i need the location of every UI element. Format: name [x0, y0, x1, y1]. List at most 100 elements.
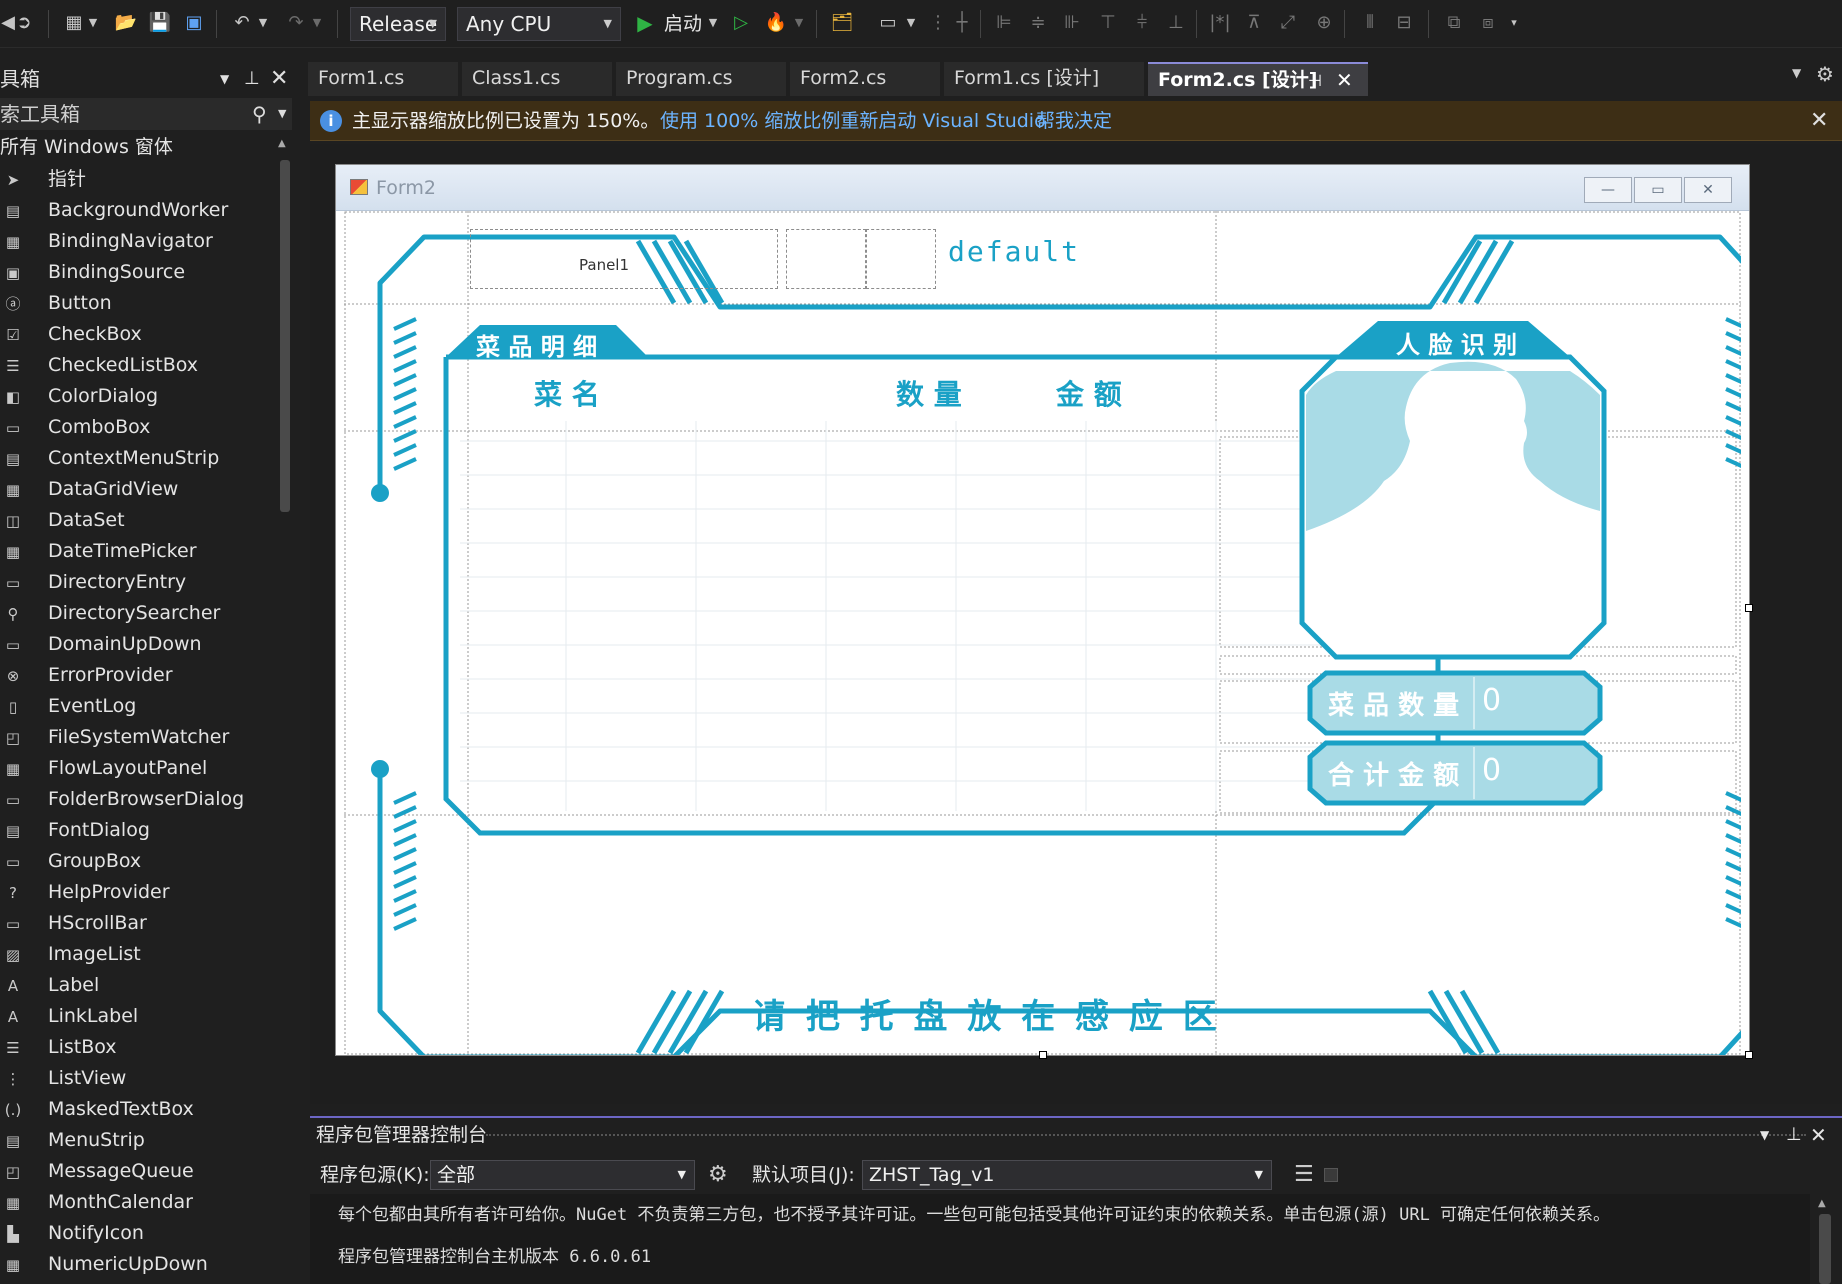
gear-icon[interactable]: ⚙	[1816, 62, 1834, 86]
make-same-width-icon[interactable]: |*|	[1206, 9, 1234, 37]
pin-icon[interactable]: ⊥	[1786, 1118, 1802, 1152]
toolbox-item[interactable]: ▙ NotifyIcon	[0, 1218, 270, 1249]
panel1[interactable]: Panel1	[470, 229, 778, 289]
close-icon[interactable]: ✕	[270, 62, 288, 96]
placeholder-box-1[interactable]	[786, 229, 866, 289]
close-icon[interactable]: ✕	[1810, 1118, 1827, 1152]
start-button-label[interactable]: 启动	[664, 10, 702, 38]
start-debug-icon[interactable]: ▶	[631, 9, 659, 37]
toolbox-item[interactable]: ? HelpProvider	[0, 877, 270, 908]
toolbox-item[interactable]: ☰ CheckedListBox	[0, 350, 270, 381]
toolbox-item[interactable]: ▦ MonthCalendar	[0, 1187, 270, 1218]
chevron-down-icon[interactable]: ▼	[310, 9, 324, 37]
clear-console-icon[interactable]: ☰	[1294, 1160, 1314, 1190]
toolbox-item[interactable]: ⚲ DirectorySearcher	[0, 598, 270, 629]
toolbox-item[interactable]: ▦ DataGridView	[0, 474, 270, 505]
toolbox-item[interactable]: ▦ NumericUpDown	[0, 1249, 270, 1280]
package-source-select[interactable]: 全部 ▼	[430, 1160, 695, 1190]
stop-command-icon[interactable]	[1324, 1168, 1338, 1182]
dish-detail-table[interactable]	[460, 421, 1426, 813]
tab-program-cs[interactable]: Program.cs	[616, 62, 786, 96]
align-right-icon[interactable]: ⊪	[1058, 9, 1086, 37]
redo-icon[interactable]: ↷	[282, 9, 310, 37]
tab-form1-cs[interactable]: Form1.cs	[308, 62, 458, 96]
toolbox-item[interactable]: ☰ ListBox	[0, 1032, 270, 1063]
minimize-button[interactable]: —	[1584, 177, 1632, 203]
chevron-down-icon[interactable]: ▼	[86, 9, 100, 37]
scroll-up-icon[interactable]: ▲	[1818, 1198, 1826, 1209]
toolbox-item[interactable]: ◫ DataSet	[0, 505, 270, 536]
toolbox-item[interactable]: ➤ 指针	[0, 164, 270, 195]
chevron-down-icon[interactable]: ▼	[792, 9, 806, 37]
toolbox-item[interactable]: ☑ CheckBox	[0, 319, 270, 350]
close-icon[interactable]: ✕	[1336, 64, 1353, 97]
center-vertically-icon[interactable]: ⊟	[1390, 9, 1418, 37]
toolbox-item[interactable]: ▭ GroupBox	[0, 846, 270, 877]
toolbox-item[interactable]: ▦ BindingNavigator	[0, 226, 270, 257]
pmc-drag-grip[interactable]	[486, 1134, 1806, 1138]
align-grid-icon[interactable]: ┼	[948, 9, 976, 37]
toolbox-item[interactable]: ⋮ ListView	[0, 1063, 270, 1094]
toolbox-item[interactable]: ▯ EventLog	[0, 691, 270, 722]
toolbox-item[interactable]: ▨ ImageList	[0, 939, 270, 970]
help-decide-link[interactable]: 帮我决定	[1036, 101, 1112, 141]
chevron-down-icon[interactable]: ▼	[1760, 1118, 1769, 1152]
pin-icon[interactable]: ⊥	[244, 62, 260, 96]
align-left-icon[interactable]: ⊫	[990, 9, 1018, 37]
toolbox-item[interactable]: ▤ FontDialog	[0, 815, 270, 846]
toolbar-overflow-icon[interactable]: ▾	[1506, 9, 1522, 37]
center-horizontally-icon[interactable]: ⫴	[1356, 9, 1384, 37]
close-icon[interactable]: ✕	[1810, 101, 1828, 141]
scroll-up-icon[interactable]: ▲	[278, 138, 286, 149]
toolbox-item[interactable]: ▭ FolderBrowserDialog	[0, 784, 270, 815]
toolbox-item[interactable]: A LinkLabel	[0, 1001, 270, 1032]
align-center-icon[interactable]: ≑	[1024, 9, 1052, 37]
chevron-down-icon[interactable]: ▼	[1792, 66, 1801, 80]
scrollbar-thumb[interactable]	[280, 160, 290, 512]
pin-icon[interactable]: ⊣	[1308, 64, 1322, 97]
save-all-icon[interactable]: ▣	[180, 9, 208, 37]
save-icon[interactable]: 💾	[146, 9, 174, 37]
form2-window[interactable]: Form2 — ▭ ✕ Panel1 default 菜 品 明 细 菜 名 数…	[335, 164, 1750, 1056]
toolbox-item[interactable]: ⊗ ErrorProvider	[0, 660, 270, 691]
tab-class1-cs[interactable]: Class1.cs	[462, 62, 612, 96]
tab-form2-designer[interactable]: Form2.cs [设计] ⊣ ✕	[1148, 62, 1368, 96]
align-bottom-icon[interactable]: ⊥	[1162, 9, 1190, 37]
chevron-down-icon[interactable]: ▼	[904, 9, 918, 37]
toolbox-item[interactable]: ▭ DomainUpDown	[0, 629, 270, 660]
toolbox-item[interactable]: ▤ BackgroundWorker	[0, 195, 270, 226]
start-without-debug-icon[interactable]: ▷	[727, 9, 755, 37]
search-icon[interactable]: ⚲	[252, 98, 267, 130]
maximize-button[interactable]: ▭	[1634, 177, 1682, 203]
resize-handle-right[interactable]	[1745, 604, 1753, 612]
toolbox-group-header[interactable]: 所有 Windows 窗体	[0, 132, 173, 163]
toolbox-item[interactable]: A Label	[0, 970, 270, 1001]
platform-select[interactable]: Any CPU ▼	[457, 7, 621, 41]
toolbox-item[interactable]: ▦ FlowLayoutPanel	[0, 753, 270, 784]
toolbox-item[interactable]: ▭ HScrollBar	[0, 908, 270, 939]
new-project-icon[interactable]: ▦	[60, 9, 88, 37]
pmc-output[interactable]: 每个包都由其所有者许可给你。NuGet 不负责第三方包，也不授予其许可证。一些包…	[310, 1194, 1810, 1284]
restart-100-link[interactable]: 使用 100% 缩放比例重新启动 Visual Studio	[660, 101, 1046, 141]
toolbox-item[interactable]: ◰ MessageQueue	[0, 1156, 270, 1187]
hot-reload-icon[interactable]: 🔥	[762, 9, 790, 37]
toolbox-item[interactable]: ▭ ComboBox	[0, 412, 270, 443]
toolbox-item[interactable]: (.) MaskedTextBox	[0, 1094, 270, 1125]
bring-to-front-icon[interactable]: ⧉	[1440, 9, 1468, 37]
align-middle-icon[interactable]: ⫩	[1128, 9, 1156, 37]
zoom-icon[interactable]: ⊕	[1310, 9, 1338, 37]
face-picture-box[interactable]	[1302, 357, 1604, 657]
tab-form2-cs[interactable]: Form2.cs	[790, 62, 940, 96]
toolbox-item[interactable]: ◧ ColorDialog	[0, 381, 270, 412]
toolbox-scrollbar[interactable]: ▲	[276, 134, 292, 1282]
navigate-forward-icon[interactable]: ➲	[10, 9, 38, 37]
chevron-down-icon[interactable]: ▼	[278, 98, 286, 130]
toolbox-item[interactable]: ▭ DirectoryEntry	[0, 567, 270, 598]
open-folder-icon[interactable]: 📂	[112, 9, 140, 37]
send-to-back-icon[interactable]: ⧈	[1474, 9, 1502, 37]
toolbox-item[interactable]: ◰ FileSystemWatcher	[0, 722, 270, 753]
window-layout-icon[interactable]: ▭	[874, 9, 902, 37]
toolbox-item[interactable]: ▣ BindingSource	[0, 257, 270, 288]
chevron-down-icon[interactable]: ▼	[220, 62, 229, 96]
toolbox-search-input[interactable]: 索工具箱 ⚲ ▼	[0, 98, 292, 130]
